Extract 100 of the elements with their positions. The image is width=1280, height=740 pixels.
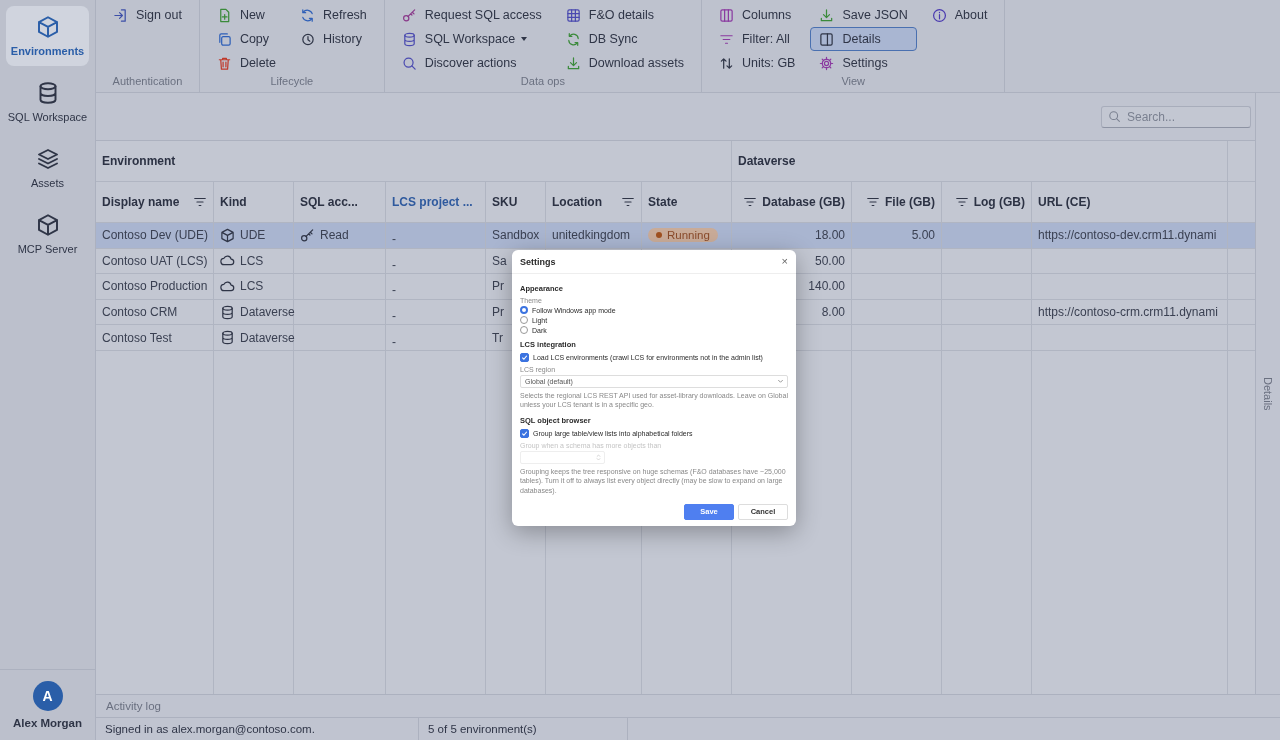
- close-button[interactable]: ×: [781, 256, 788, 267]
- nav-item[interactable]: SQL Workspace: [6, 72, 89, 132]
- filter-icon: [743, 195, 758, 209]
- nav-item[interactable]: Environments: [6, 6, 89, 66]
- toolbar-button[interactable]: DB Sync: [556, 27, 693, 51]
- column-header[interactable]: Display name: [96, 182, 214, 222]
- toolbar-button[interactable]: Discover actions: [392, 51, 551, 75]
- settings-icon: [819, 55, 835, 71]
- toolbar-button[interactable]: Columns: [709, 3, 805, 27]
- user-name: Alex Morgan: [13, 717, 82, 729]
- layers-icon: [35, 147, 60, 171]
- table-cell: Contoso Dev (UDE): [102, 228, 209, 243]
- table-cell: unitedkingdom: [552, 228, 631, 243]
- group-label: Lifecycle: [269, 75, 315, 89]
- column-header[interactable]: State: [642, 182, 732, 222]
- table-cell: Tr: [492, 330, 503, 345]
- toolbar-button[interactable]: Details: [810, 27, 917, 51]
- toolbar-button[interactable]: Units: GB: [709, 51, 805, 75]
- table-cell: https://contoso-crm.crm11.dynami: [1038, 305, 1218, 320]
- column-header[interactable]: SQL acc...: [294, 182, 386, 222]
- status-text: Signed in as alex.morgan@contoso.com.: [105, 723, 315, 735]
- table-cell-text: -: [392, 333, 396, 349]
- radio-button[interactable]: [520, 306, 528, 314]
- table-cell: 5.00: [911, 228, 935, 243]
- table-cell: Pr: [492, 305, 504, 320]
- group-label: Authentication: [111, 75, 184, 89]
- toolbar-button[interactable]: Save JSON: [810, 3, 917, 27]
- info-icon: [931, 7, 947, 23]
- user-avatar[interactable]: A: [32, 681, 63, 711]
- group-label: View: [840, 75, 867, 89]
- toolbar-button[interactable]: Delete: [207, 51, 285, 75]
- toolbar-button[interactable]: Filter: All: [709, 27, 805, 51]
- column-group-header: Environment: [102, 154, 176, 168]
- table-cell-text: -: [392, 256, 396, 272]
- filter-icon: [193, 195, 207, 209]
- status-text: 5 of 5 environment(s): [428, 723, 537, 735]
- cube-icon: [35, 213, 60, 237]
- filter-icon: [954, 195, 969, 209]
- table-cell: Dataverse: [240, 330, 295, 345]
- toolbar-button[interactable]: Settings: [810, 51, 917, 75]
- toolbar-button[interactable]: About: [922, 3, 997, 27]
- cube-icon: [220, 227, 235, 243]
- sign-out-icon: [113, 7, 128, 23]
- nav-item[interactable]: MCP Server: [6, 204, 89, 264]
- table-cell: 140.00: [808, 279, 845, 294]
- table-cell: Contoso Test: [102, 330, 172, 345]
- column-header[interactable]: LCS project ...: [386, 182, 486, 222]
- download-icon: [819, 7, 835, 23]
- toolbar-button[interactable]: History: [291, 27, 376, 51]
- table-cell: Contoso UAT (LCS): [102, 253, 208, 268]
- column-header[interactable]: Log (GB): [942, 182, 1032, 222]
- key-icon: [300, 227, 315, 243]
- cube-icon: [35, 15, 60, 39]
- table-cell-text: -: [392, 231, 396, 247]
- table-row[interactable]: Contoso Dev (UDE) UDE Read - Sandbox unitedkingdom Running 18.00 5.00 https://contoso-dev.crm11.dynami: [96, 223, 1255, 249]
- column-header[interactable]: File (GB): [852, 182, 942, 222]
- table-cell: https://contoso-dev.crm11.dynami: [1038, 228, 1217, 243]
- table-cell: Sa: [492, 253, 507, 268]
- column-header[interactable]: SKU: [486, 182, 546, 222]
- sync-icon: [565, 31, 581, 47]
- columns-icon: [718, 7, 734, 23]
- database-icon: [401, 31, 417, 47]
- copy-icon: [216, 31, 232, 47]
- table-cell: Contoso Production: [102, 279, 208, 294]
- dialog-title: Settings: [520, 256, 556, 267]
- toolbar-button[interactable]: F&O details: [556, 3, 693, 27]
- table-cell: Contoso CRM: [102, 305, 178, 320]
- cloud-icon: [220, 279, 235, 294]
- toolbar-button[interactable]: Refresh: [291, 3, 376, 27]
- table-cell: UDE: [240, 228, 266, 243]
- toolbar-button[interactable]: Sign out: [104, 3, 191, 27]
- nav-item[interactable]: Assets: [6, 138, 89, 198]
- toolbar-button[interactable]: SQL Workspace: [392, 27, 551, 51]
- table-cell: 18.00: [814, 228, 845, 243]
- toolbar-button[interactable]: Download assets: [556, 51, 693, 75]
- database-icon: [220, 330, 235, 346]
- table-icon: [565, 7, 581, 23]
- toolbar-button[interactable]: New: [207, 3, 285, 27]
- checkbox[interactable]: [520, 353, 529, 362]
- checkbox[interactable]: [520, 428, 529, 438]
- download-icon: [565, 55, 581, 71]
- column-header[interactable]: Database (GB): [732, 182, 852, 222]
- column-header[interactable]: URL (CE): [1032, 182, 1228, 222]
- column-group-header: Dataverse: [738, 154, 796, 168]
- table-cell: Read: [320, 228, 349, 243]
- toolbar-button[interactable]: Request SQL access: [392, 3, 551, 27]
- table-cell: Pr: [492, 279, 504, 294]
- column-header[interactable]: Kind: [214, 182, 294, 222]
- table-cell: LCS: [240, 279, 264, 294]
- column-header[interactable]: Location: [546, 182, 642, 222]
- chevron-icon: [778, 380, 783, 383]
- table-cell: 8.00: [821, 305, 845, 320]
- search-icon: [1108, 110, 1121, 123]
- group-label: Data ops: [519, 75, 566, 89]
- spinner-icon: [596, 452, 601, 462]
- table-cell: 50.00: [814, 253, 845, 268]
- clock-icon: [300, 31, 315, 47]
- database-icon: [220, 304, 235, 320]
- sort-arrows-icon: [718, 55, 734, 71]
- toolbar-button[interactable]: Copy: [207, 27, 285, 51]
